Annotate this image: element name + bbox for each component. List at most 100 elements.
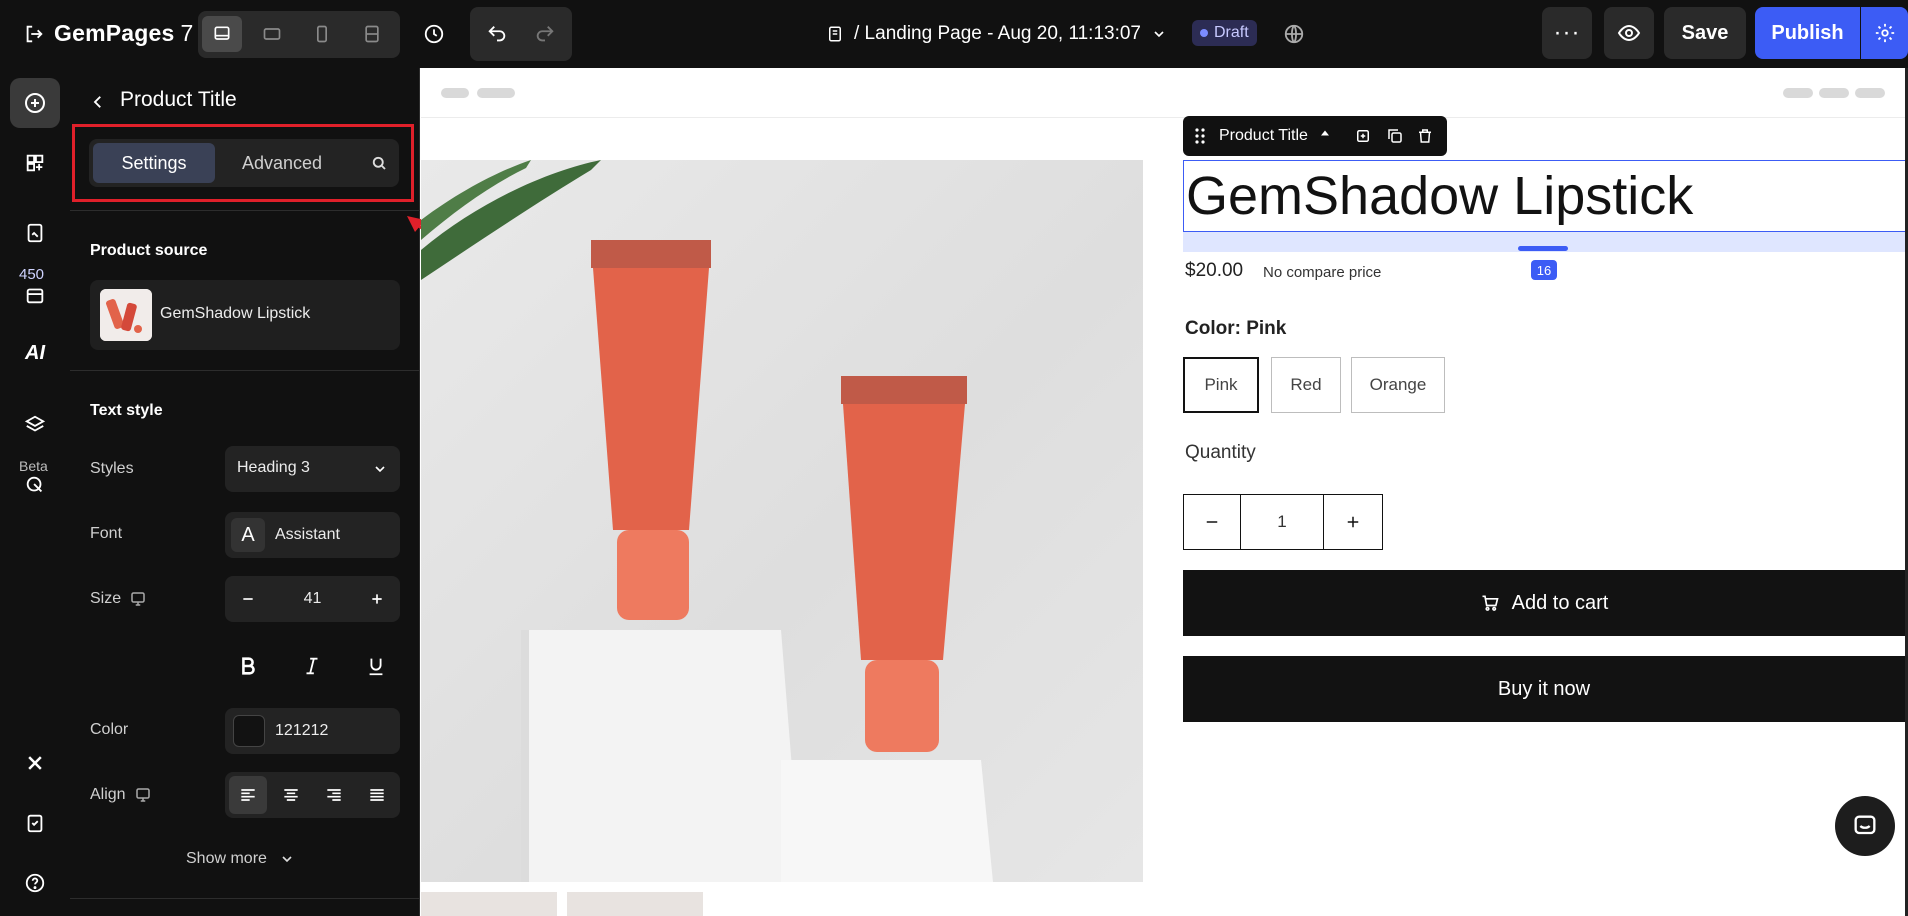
- more-options-label: ···: [1553, 19, 1581, 46]
- more-options-button[interactable]: ···: [1542, 7, 1592, 59]
- desktop-view-button[interactable]: [202, 16, 242, 52]
- placeholder-bar: [441, 88, 469, 98]
- product-title-element[interactable]: GemShadow Lipstick: [1183, 160, 1907, 232]
- draft-label: Draft: [1214, 24, 1249, 41]
- product-thumbnail: [100, 289, 152, 341]
- element-toolbar-label[interactable]: Product Title: [1219, 127, 1308, 145]
- color-picker[interactable]: 121212: [225, 708, 400, 754]
- variant-option-orange[interactable]: Orange: [1351, 357, 1445, 413]
- font-select[interactable]: A Assistant: [225, 512, 400, 558]
- editor-canvas: Product Title GemShadow Lipstick 16 $20.…: [421, 68, 1908, 916]
- highlight-box: Settings Advanced: [72, 124, 414, 202]
- product-thumbnail[interactable]: [421, 892, 557, 916]
- styles-label-text: Styles: [90, 460, 134, 477]
- undo-redo-group: [470, 7, 572, 61]
- variant-option-pink[interactable]: Pink: [1183, 357, 1259, 413]
- align-right-icon[interactable]: [315, 776, 353, 814]
- redo-icon[interactable]: [524, 14, 566, 54]
- drag-handle-icon[interactable]: [1193, 127, 1207, 150]
- placeholder-bar: [477, 88, 515, 98]
- align-justify-icon[interactable]: [358, 776, 396, 814]
- ai-icon[interactable]: AI: [10, 328, 60, 378]
- product-title-text[interactable]: GemShadow Lipstick: [1186, 165, 1693, 227]
- spacing-handle[interactable]: [1518, 246, 1568, 251]
- settings-tabs: Settings Advanced: [89, 139, 399, 187]
- font-label-text: Font: [90, 525, 123, 542]
- desktop-icon: [135, 788, 150, 802]
- product-thumbnail[interactable]: [567, 892, 703, 916]
- quantity-stepper: 1: [1183, 494, 1383, 550]
- color-value[interactable]: 121212: [275, 722, 328, 740]
- save-button[interactable]: Save: [1664, 7, 1746, 59]
- tab-advanced[interactable]: Advanced: [221, 143, 343, 183]
- font-value: Assistant: [275, 526, 340, 543]
- globe-icon[interactable]: [1280, 20, 1308, 48]
- quantity-label: Quantity: [1185, 442, 1256, 463]
- delete-icon[interactable]: [1415, 126, 1435, 146]
- align-center-icon[interactable]: [272, 776, 310, 814]
- page-title-selector[interactable]: / Landing Page - Aug 20, 11:13:07: [826, 18, 1167, 50]
- custom-view-button[interactable]: [352, 16, 392, 52]
- tab-settings[interactable]: Settings: [93, 143, 215, 183]
- search-icon[interactable]: [367, 151, 391, 175]
- size-increase-button[interactable]: [364, 586, 390, 612]
- text-style-label: Text style: [90, 402, 163, 419]
- sections-icon[interactable]: [10, 138, 60, 188]
- styles-label: Styles: [90, 460, 134, 478]
- duplicate-icon[interactable]: [1385, 126, 1405, 146]
- show-more-button[interactable]: Show more: [186, 850, 295, 868]
- x-icon[interactable]: [10, 738, 60, 788]
- product-image[interactable]: [421, 160, 1143, 882]
- align-left-icon[interactable]: [229, 776, 267, 814]
- publish-button[interactable]: Publish: [1755, 7, 1860, 59]
- top-bar: GemPages 7 / Landing Page - Aug 20, 11:1…: [0, 0, 1908, 68]
- align-label-text: Align: [90, 786, 126, 803]
- size-stepper[interactable]: 41: [225, 576, 400, 622]
- layers-icon[interactable]: [10, 400, 60, 450]
- product-photo: [421, 160, 993, 882]
- caret-up-icon[interactable]: [1319, 126, 1331, 142]
- chat-support-button[interactable]: [1835, 796, 1895, 856]
- product-price: $20.00: [1185, 260, 1244, 281]
- location-icon[interactable]: [10, 460, 60, 510]
- back-arrow-icon[interactable]: [86, 90, 110, 114]
- add-to-cart-label: Add to cart: [1511, 591, 1609, 614]
- mobile-view-button[interactable]: [302, 16, 342, 52]
- variant-option-red[interactable]: Red: [1271, 357, 1341, 413]
- add-to-cart-button[interactable]: Add to cart: [1183, 570, 1905, 636]
- checklist-icon[interactable]: [10, 798, 60, 848]
- tube-body-left: [593, 268, 709, 530]
- buy-now-button[interactable]: Buy it now: [1183, 656, 1905, 722]
- leaf-shape: [421, 160, 601, 280]
- tube-nozzle-left: [617, 530, 689, 620]
- chevron-down-icon: [282, 856, 292, 863]
- quantity-increase-button[interactable]: [1324, 495, 1382, 549]
- history-icon[interactable]: [414, 14, 454, 54]
- pages-icon[interactable]: [10, 208, 60, 258]
- quantity-decrease-button[interactable]: [1184, 495, 1240, 549]
- color-swatch[interactable]: [233, 715, 265, 747]
- undo-icon[interactable]: [476, 14, 518, 54]
- italic-icon[interactable]: [292, 646, 332, 686]
- exit-editor-icon[interactable]: [22, 22, 46, 46]
- desktop-icon: [131, 592, 145, 606]
- styles-select[interactable]: Heading 3: [225, 446, 400, 492]
- tube-nozzle-right: [865, 660, 939, 752]
- help-icon[interactable]: [10, 858, 60, 908]
- tablet-landscape-view-button[interactable]: [252, 16, 292, 52]
- brand-version: 7: [180, 19, 194, 46]
- preview-button[interactable]: [1604, 7, 1654, 59]
- quantity-input[interactable]: 1: [1240, 495, 1324, 549]
- cart-icon: [1482, 595, 1499, 611]
- publish-settings-button[interactable]: [1861, 7, 1908, 59]
- buy-now-label: Buy it now: [1497, 677, 1591, 700]
- add-element-icon[interactable]: [10, 78, 60, 128]
- spacing-value-badge: 16: [1531, 260, 1557, 280]
- color-label: Color: [90, 721, 128, 739]
- divider: [70, 210, 420, 211]
- templates-icon[interactable]: [10, 270, 60, 320]
- underline-icon[interactable]: [356, 646, 396, 686]
- product-source-picker[interactable]: GemShadow Lipstick: [90, 280, 400, 350]
- bold-icon[interactable]: [228, 646, 268, 686]
- save-as-section-icon[interactable]: [1353, 126, 1373, 146]
